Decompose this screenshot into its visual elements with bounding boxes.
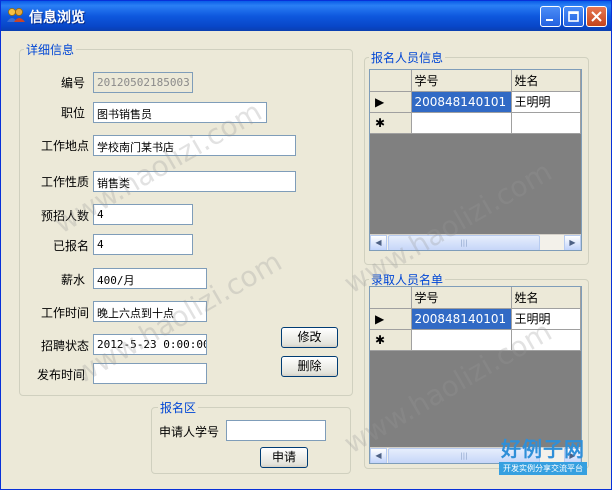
location-field[interactable]: 学校南门某书店 [93, 135, 296, 156]
column-header-student-id[interactable]: 学号 [411, 287, 512, 309]
position-label: 职位 [60, 106, 85, 120]
brand-logo: 好例子网 开发实例分享交流平台 [499, 433, 587, 475]
id-label: 编号 [60, 76, 85, 90]
cell-student-id[interactable]: 200848140101 [411, 91, 512, 113]
delete-button[interactable]: 删除 [281, 356, 338, 377]
info-browse-window: 信息浏览 详细信息 编号 20120502185003 职位 图书销售员 工作地… [0, 0, 612, 490]
apply-button[interactable]: 申请 [260, 447, 308, 468]
applicants-header-row: 学号 姓名 [370, 70, 581, 92]
table-row[interactable]: ▶ 200848140101 王明明 [370, 91, 581, 113]
work-hours-field[interactable]: 晚上六点到十点 [93, 301, 207, 322]
scroll-thumb[interactable]: ||| [388, 235, 540, 250]
cell-empty[interactable] [411, 112, 512, 134]
scroll-left-arrow[interactable]: ◀ [370, 235, 387, 250]
nature-field[interactable]: 销售类 [93, 171, 296, 192]
student-id-input[interactable] [226, 420, 326, 441]
hired-header-row: 学号 姓名 [370, 287, 581, 309]
details-group-title: 详细信息 [24, 41, 77, 58]
column-header-name[interactable]: 姓名 [511, 287, 581, 309]
close-button[interactable] [586, 6, 607, 27]
modify-button[interactable]: 修改 [281, 327, 338, 348]
current-row-indicator: ▶ [370, 308, 412, 330]
applicants-grid[interactable]: 学号 姓名 ▶ 200848140101 王明明 ✱ ◀ ||| ▶ [369, 69, 582, 251]
enrolled-label: 已报名 [52, 239, 89, 253]
status-field[interactable]: 2012-5-23 0:00:00 [93, 334, 207, 355]
current-row-indicator: ▶ [370, 91, 412, 113]
scroll-right-arrow[interactable]: ▶ [564, 235, 581, 250]
publish-time-label: 发布时间 [36, 368, 85, 382]
cell-empty[interactable] [411, 329, 512, 351]
cell-student-id[interactable]: 200848140101 [411, 308, 512, 330]
applicants-group-title: 报名人员信息 [369, 49, 446, 66]
row-header-corner [370, 70, 412, 92]
column-header-student-id[interactable]: 学号 [411, 70, 512, 92]
id-field[interactable]: 20120502185003 [93, 72, 193, 93]
salary-field[interactable]: 400/月 [93, 268, 207, 289]
cell-empty[interactable] [511, 329, 581, 351]
cell-name[interactable]: 王明明 [511, 91, 581, 113]
minimize-button[interactable] [540, 6, 561, 27]
minimize-icon [546, 19, 553, 21]
nature-label: 工作性质 [40, 175, 89, 189]
publish-time-field[interactable] [93, 363, 207, 384]
new-row-indicator: ✱ [370, 329, 412, 351]
location-label: 工作地点 [40, 139, 89, 153]
apply-group-title: 报名区 [158, 399, 199, 416]
cell-empty[interactable] [511, 112, 581, 134]
cell-name[interactable]: 王明明 [511, 308, 581, 330]
close-icon [591, 11, 602, 22]
brand-slogan: 开发实例分享交流平台 [499, 462, 587, 475]
enrolled-field[interactable]: 4 [93, 234, 193, 255]
new-row[interactable]: ✱ [370, 112, 581, 134]
window-title: 信息浏览 [29, 10, 85, 26]
work-hours-label: 工作时间 [40, 306, 89, 320]
status-label: 招聘状态 [40, 339, 89, 353]
planned-count-field[interactable]: 4 [93, 204, 193, 225]
student-id-label: 申请人学号 [159, 425, 220, 439]
title-bar[interactable]: 信息浏览 [1, 1, 611, 31]
new-row-indicator: ✱ [370, 112, 412, 134]
app-icon [7, 8, 25, 22]
position-field[interactable]: 图书销售员 [93, 102, 267, 123]
new-row[interactable]: ✱ [370, 329, 581, 351]
maximize-button[interactable] [563, 6, 584, 27]
maximize-icon [568, 11, 579, 22]
planned-count-label: 预招人数 [40, 209, 89, 223]
scroll-left-arrow[interactable]: ◀ [370, 448, 387, 463]
applicants-horizontal-scrollbar[interactable]: ◀ ||| ▶ [370, 234, 581, 250]
table-row[interactable]: ▶ 200848140101 王明明 [370, 308, 581, 330]
salary-label: 薪水 [60, 273, 85, 287]
brand-name: 好例子网 [501, 437, 585, 461]
column-header-name[interactable]: 姓名 [511, 70, 581, 92]
row-header-corner [370, 287, 412, 309]
